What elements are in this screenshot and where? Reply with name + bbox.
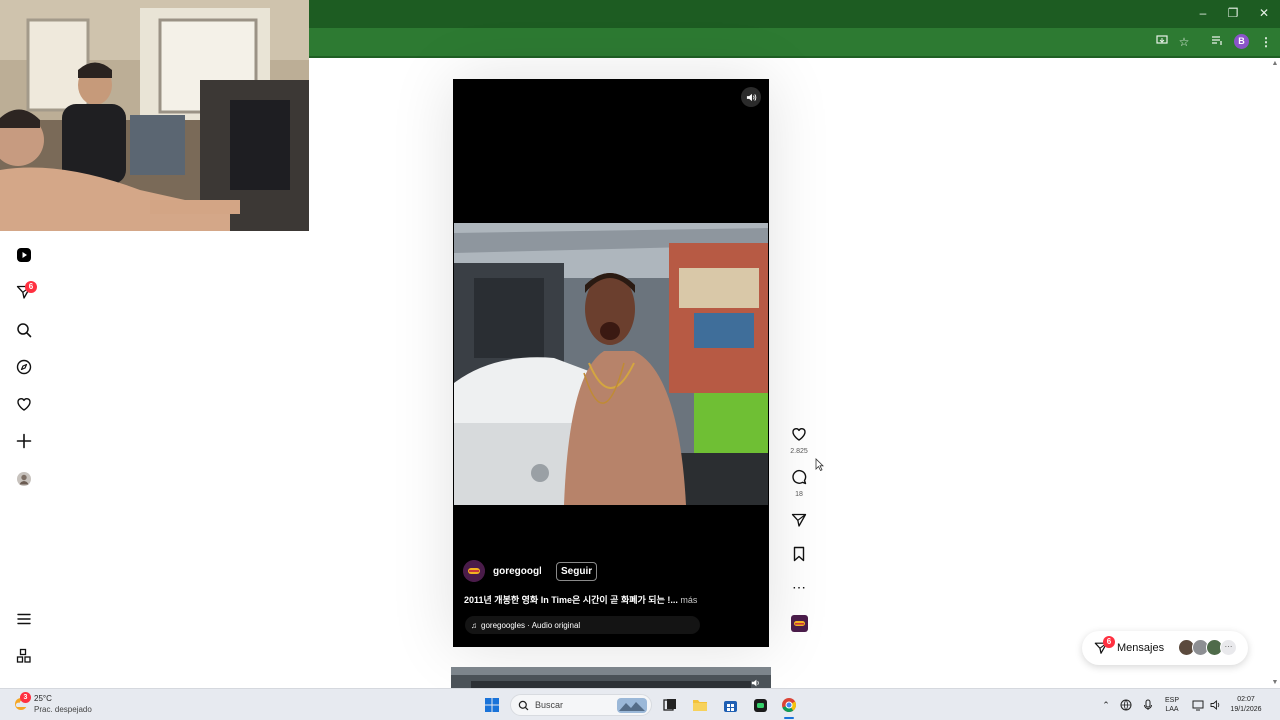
kebab-menu-icon[interactable]: ⋮	[1258, 34, 1274, 50]
caption-text: 2011년 개봉한 영화 In Time은 시간이 곧 화폐가 되는 !...	[464, 595, 678, 605]
reels-icon[interactable]	[14, 245, 34, 265]
weather-badge: 3	[20, 692, 31, 703]
comment-count: 18	[795, 491, 803, 498]
original-audio-thumbnail[interactable]	[788, 615, 810, 637]
tray-overflow-icon[interactable]: ⌃	[1096, 695, 1116, 715]
install-app-icon[interactable]	[1154, 34, 1170, 50]
next-reel-volume-icon[interactable]	[751, 675, 761, 689]
reel-author: goregoogles Seguir	[463, 560, 598, 582]
bookmark-star-icon[interactable]: ☆	[1176, 34, 1192, 50]
reel-video-frame[interactable]	[454, 223, 768, 505]
share-button[interactable]	[788, 512, 810, 533]
network-icon[interactable]	[1116, 695, 1136, 715]
create-plus-icon[interactable]	[14, 431, 34, 451]
file-explorer-icon[interactable]	[690, 695, 710, 715]
scroll-down-arrow[interactable]: ▼	[1270, 678, 1280, 688]
task-view-icon[interactable]	[660, 695, 680, 715]
reading-list-icon[interactable]	[1209, 34, 1225, 50]
windows-start-icon[interactable]	[482, 695, 502, 715]
more-avatars-icon: ⋯	[1220, 639, 1237, 656]
next-reel-preview[interactable]	[451, 667, 771, 689]
weather-widget[interactable]: 3	[12, 692, 31, 713]
profile-avatar[interactable]: B	[1234, 34, 1249, 49]
close-window-button[interactable]: ✕	[1253, 4, 1275, 22]
direct-messages-icon[interactable]: 6	[14, 281, 37, 302]
reel-player[interactable]: goregoogles Seguir 2011년 개봉한 영화 In Time은…	[453, 79, 769, 647]
author-username[interactable]: goregoogles	[493, 566, 541, 577]
more-options-icon[interactable]: ⋯	[788, 580, 810, 594]
messages-label: Mensajes	[1117, 642, 1165, 654]
save-bookmark-icon[interactable]	[788, 546, 810, 567]
like-button[interactable]: 2.825	[788, 426, 810, 455]
audio-attribution[interactable]: ♫ goregoogles · Audio original	[465, 616, 700, 634]
minimize-button[interactable]: –	[1192, 4, 1214, 22]
active-app-indicator	[784, 717, 794, 719]
profile-avatar-icon[interactable]	[14, 469, 34, 489]
author-avatar[interactable]	[463, 560, 485, 582]
display-icon[interactable]	[1188, 695, 1208, 715]
search-placeholder: Buscar	[535, 700, 564, 710]
taskbar-search-icon	[518, 700, 529, 711]
microsoft-store-icon[interactable]	[720, 695, 740, 715]
clock-date[interactable]: 19/1/2026	[1226, 705, 1266, 714]
follow-button[interactable]: Seguir	[556, 561, 598, 581]
restore-button[interactable]: ❐	[1222, 4, 1244, 22]
windows-taskbar: 3 25°C Prac. despejado Buscar ⌃ ESP LAA …	[0, 688, 1280, 720]
chrome-icon[interactable]	[779, 695, 799, 719]
messages-button[interactable]: 6 Mensajes ⋯	[1082, 631, 1248, 665]
speaker-icon[interactable]	[1206, 695, 1226, 715]
reel-caption[interactable]: 2011년 개봉한 영화 In Time은 시간이 곧 화폐가 되는 !... …	[464, 593, 764, 606]
messages-badge: 6	[1103, 636, 1115, 648]
webcam-overlay	[0, 0, 309, 231]
microphone-icon[interactable]	[1138, 695, 1158, 715]
audio-label: goregoogles · Audio original	[481, 620, 581, 630]
more-apps-icon[interactable]	[14, 646, 34, 666]
clock-time[interactable]: 02:07	[1226, 695, 1266, 704]
keyboard-layout[interactable]: LAA	[1162, 705, 1182, 714]
music-note-icon: ♫	[471, 620, 477, 630]
notifications-badge: 6	[25, 281, 37, 293]
explore-compass-icon[interactable]	[14, 357, 34, 377]
weather-description: Prac. despejado	[34, 705, 92, 714]
taskbar-search-input[interactable]: Buscar	[510, 694, 652, 716]
weather-temp: 25°C	[34, 694, 52, 703]
search-icon[interactable]	[14, 320, 34, 340]
menu-hamburger-icon[interactable]	[14, 609, 34, 629]
like-count: 2.825	[790, 448, 808, 455]
mouse-cursor	[815, 458, 825, 477]
notifications-heart-icon[interactable]	[14, 394, 34, 414]
messaging-app-icon[interactable]	[750, 695, 770, 715]
caption-more-link[interactable]: más	[680, 595, 697, 605]
comment-button[interactable]: 18	[788, 469, 810, 498]
language-code[interactable]: ESP	[1162, 696, 1182, 705]
messages-avatars: ⋯	[1178, 639, 1237, 656]
search-highlight-icon	[617, 698, 647, 713]
scroll-up-arrow[interactable]: ▲	[1270, 59, 1280, 69]
volume-icon[interactable]	[741, 87, 761, 107]
